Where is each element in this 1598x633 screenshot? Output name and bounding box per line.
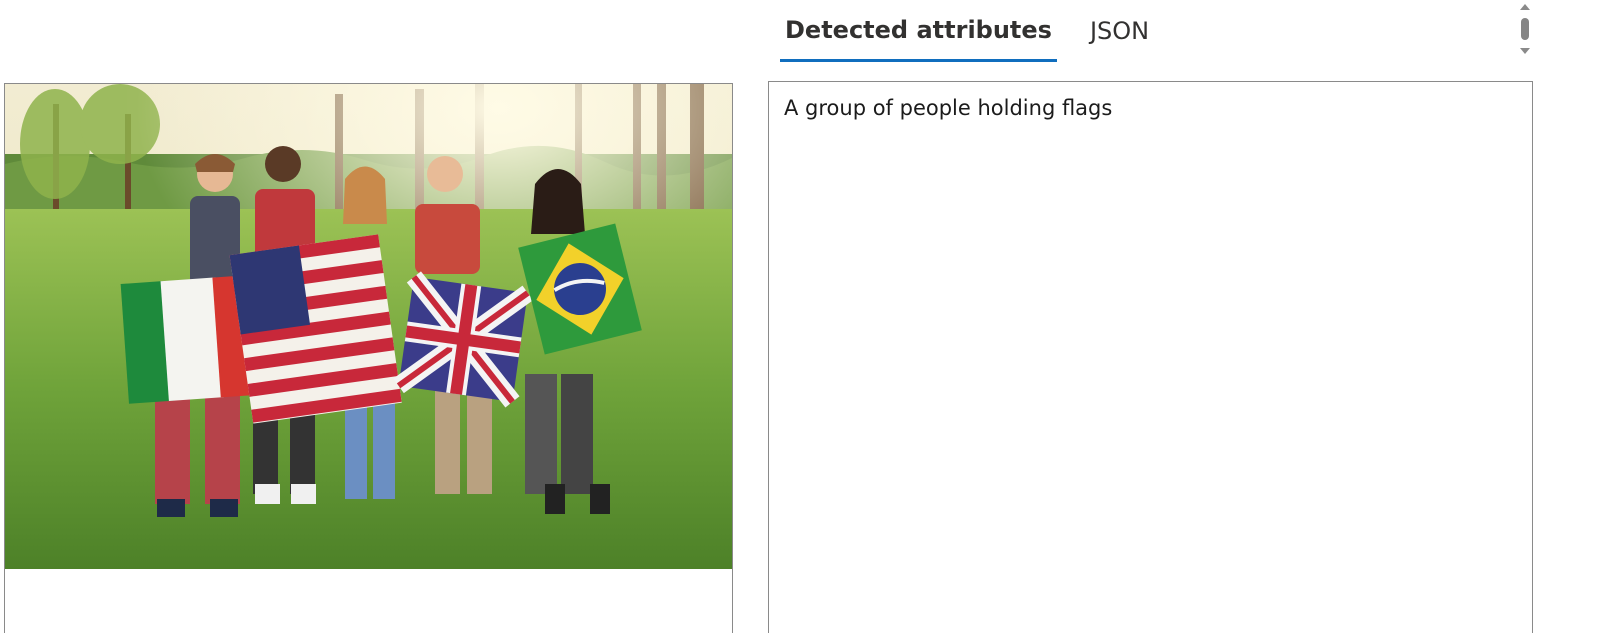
scroll-down-icon[interactable] (1520, 48, 1530, 54)
tab-json[interactable]: JSON (1085, 0, 1154, 62)
tab-label: Detected attributes (785, 15, 1052, 44)
tab-bar: Detected attributes JSON (780, 0, 1182, 64)
results-panel: A group of people holding flags (768, 81, 1533, 633)
caption-text: A group of people holding flags (784, 96, 1113, 120)
tab-label: JSON (1089, 17, 1150, 45)
scroll-up-icon[interactable] (1520, 4, 1530, 10)
scrollbar[interactable] (1514, 0, 1536, 62)
image-panel (4, 83, 733, 633)
uploaded-photo (5, 84, 732, 569)
scroll-thumb[interactable] (1521, 18, 1529, 40)
page: Detected attributes JSON A group of peop… (0, 0, 1598, 633)
tab-detected-attributes[interactable]: Detected attributes (780, 0, 1057, 62)
